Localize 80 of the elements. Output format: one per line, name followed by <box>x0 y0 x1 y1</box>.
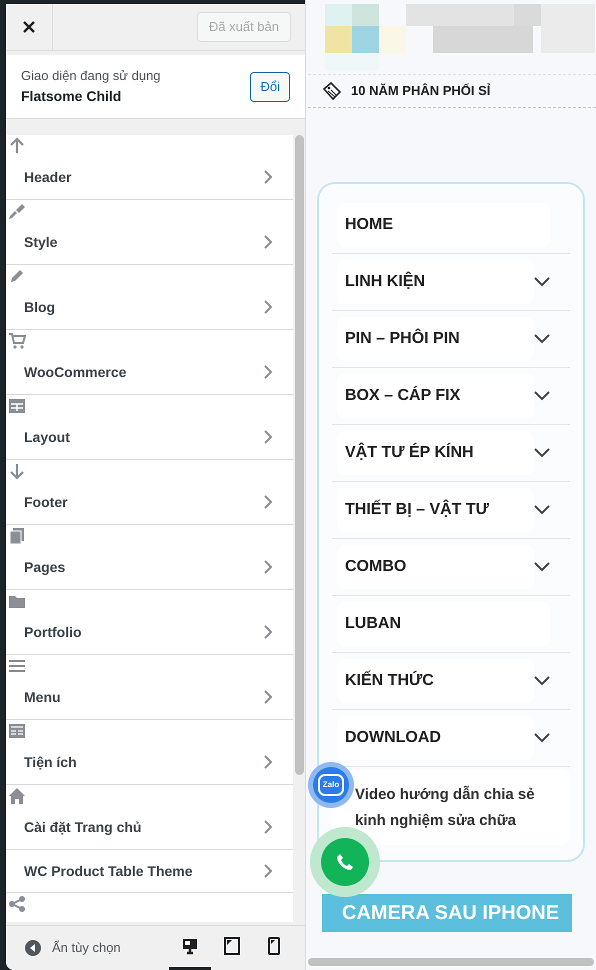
chevron-right-icon <box>263 559 273 575</box>
panel-item-label: Menu <box>24 688 62 706</box>
phone-icon <box>336 853 354 871</box>
table-icon <box>8 397 26 415</box>
nav-link[interactable]: COMBO <box>337 545 534 589</box>
change-theme-button[interactable]: Đổi <box>250 72 290 102</box>
chevron-down-icon[interactable] <box>534 334 550 344</box>
paintbrush-icon <box>8 202 26 220</box>
chevron-right-icon <box>263 169 273 185</box>
panel-item[interactable]: WooCommerce <box>6 330 293 395</box>
widgets-icon <box>8 722 26 740</box>
chevron-down-icon[interactable] <box>534 277 550 287</box>
nav-link[interactable]: LUBAN <box>337 602 550 646</box>
panel-item-label: Cài đặt Trang chủ <box>24 818 142 837</box>
panel-item-label: WooCommerce <box>24 362 128 382</box>
nav-link[interactable]: BOX – CÁP FIX <box>337 374 534 418</box>
theme-name: Flatsome Child <box>21 86 122 106</box>
up-arrow-icon <box>8 137 26 155</box>
panel-item[interactable]: Header <box>6 135 293 200</box>
nav-link[interactable]: LINH KIỆN <box>337 260 534 304</box>
chevron-right-icon <box>263 299 273 315</box>
nav-link[interactable]: THIẾT BỊ – VẬT TƯ <box>337 488 534 532</box>
share-icon <box>8 895 26 913</box>
chevron-down-icon[interactable] <box>534 505 550 515</box>
tagline: 10 NĂM PHÂN PHỐI SỈ <box>351 82 490 100</box>
panel-item-label: WC Product Table Theme <box>24 862 194 880</box>
mobile-icon <box>265 937 283 955</box>
close-icon <box>23 21 35 33</box>
chevron-down-icon[interactable] <box>534 448 550 458</box>
category-banner: CAMERA SAU IPHONE <box>322 894 572 932</box>
panel-item[interactable]: Cài đặt Trang chủ <box>6 785 293 850</box>
chevron-right-icon <box>263 754 273 770</box>
chevron-right-icon <box>263 819 273 835</box>
panel-item[interactable]: Blog <box>6 265 293 330</box>
chevron-right-icon <box>263 429 273 445</box>
chevron-right-icon <box>263 364 273 380</box>
collapse-icon <box>25 940 41 956</box>
panel-item[interactable]: Layout <box>6 395 293 460</box>
panel-item-label: Header <box>24 168 72 186</box>
panel-item-label: Tiện ích <box>24 752 78 772</box>
chevron-right-icon <box>263 689 273 705</box>
chevron-right-icon <box>263 863 273 879</box>
chevron-down-icon[interactable] <box>534 733 550 743</box>
panel-item[interactable]: Pages <box>6 525 293 590</box>
nav-link[interactable]: HOME <box>337 203 550 247</box>
horizontal-scrollbar[interactable] <box>308 958 594 966</box>
hide-controls-button[interactable]: Ẩn tùy chọn <box>25 938 121 958</box>
chevron-down-icon[interactable] <box>534 562 550 572</box>
theme-caption: Giao diện đang sử dụng <box>21 67 162 86</box>
panel-item[interactable]: Portfolio <box>6 590 293 655</box>
desktop-icon <box>181 937 199 955</box>
panel-item[interactable]: Tiện ích <box>6 720 293 785</box>
panel-item[interactable]: WC Product Table Theme <box>6 850 293 893</box>
panel-item-label: Footer <box>24 492 69 512</box>
chevron-right-icon <box>263 234 273 250</box>
nav-link[interactable]: DOWNLOAD <box>337 716 534 760</box>
panel-item-label: Portfolio <box>24 622 83 642</box>
chevron-right-icon <box>263 494 273 510</box>
menu-icon <box>8 657 26 675</box>
chevron-down-icon[interactable] <box>534 391 550 401</box>
cart-icon <box>8 332 26 350</box>
panel-item-label: Blog <box>24 298 56 317</box>
nav-link[interactable]: KIẾN THỨC <box>337 659 534 703</box>
panel-item-label: Layout <box>24 428 71 447</box>
pages-icon <box>8 527 26 545</box>
pencil-icon <box>8 267 26 285</box>
nav-link[interactable]: PIN – PHÔI PIN <box>337 317 534 361</box>
chevron-down-icon[interactable] <box>534 676 550 686</box>
price-tag-icon <box>322 82 342 100</box>
panel-item-label: Pages <box>24 558 66 577</box>
panel-item-label: Style <box>24 232 58 252</box>
tablet-icon <box>223 937 241 955</box>
home-icon <box>8 787 26 805</box>
panel-item[interactable]: Menu <box>6 655 293 720</box>
nav-link[interactable]: VẬT TƯ ÉP KÍNH <box>337 431 534 475</box>
scrollbar[interactable] <box>294 135 304 775</box>
down-arrow-icon <box>8 462 26 480</box>
chevron-right-icon <box>263 624 273 640</box>
panel-item[interactable]: Style <box>6 200 293 265</box>
panel-item[interactable]: Footer <box>6 460 293 525</box>
